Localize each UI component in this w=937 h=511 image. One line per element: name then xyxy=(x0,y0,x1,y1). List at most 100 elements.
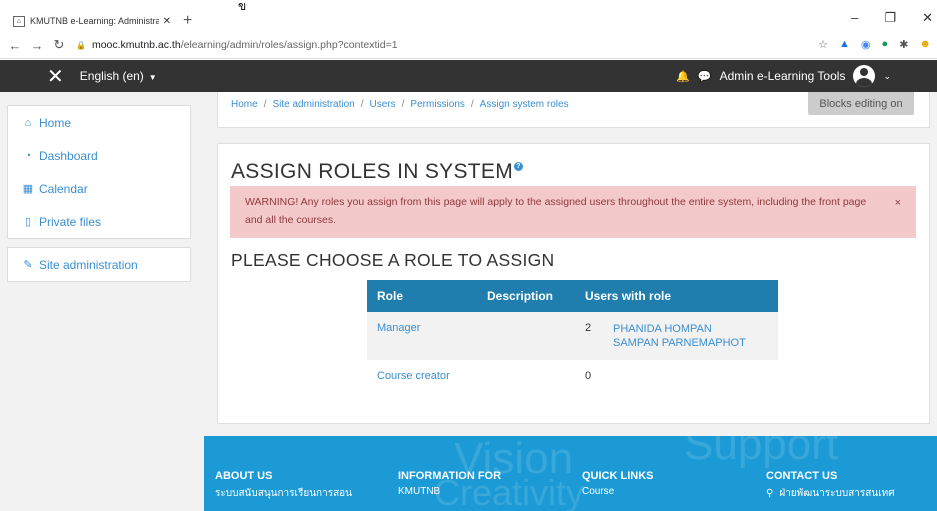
nav-item-dashboard[interactable]: ◔ Dashboard xyxy=(8,139,190,172)
footer-link[interactable]: ระบบสนับสนุนการเรียนการสอน xyxy=(215,486,352,501)
breadcrumb-home[interactable]: Home xyxy=(231,99,258,110)
page-heading: ASSIGN ROLES IN SYSTEM ? xyxy=(231,160,523,184)
warning-alert: WARNING! Any roles you assign from this … xyxy=(230,186,916,238)
reload-icon[interactable]: ↻ xyxy=(52,37,66,53)
site-favicon-icon: ⌂ xyxy=(13,15,25,27)
star-icon[interactable]: ☆ xyxy=(818,38,828,51)
footer-heading: INFORMATION FOR xyxy=(398,470,502,482)
lock-icon: 🔒 xyxy=(76,40,86,50)
dashboard-icon: ◔ xyxy=(24,149,32,162)
close-window-icon[interactable]: ✕ xyxy=(922,10,933,26)
warning-text: WARNING! Any roles you assign from this … xyxy=(245,196,867,226)
puzzle-icon[interactable]: ✱ xyxy=(899,38,908,51)
breadcrumb-card: Home / Site administration / Users / Permis… xyxy=(217,92,930,128)
nav-item-label: Calendar xyxy=(39,181,88,196)
column-header-role: Role xyxy=(377,289,404,303)
footer-column-about: ABOUT US ระบบสนับสนุนการเรียนการสอน xyxy=(215,470,352,501)
drive-icon[interactable]: ▲ xyxy=(839,38,850,51)
role-link-course-creator[interactable]: Course creator xyxy=(377,370,450,382)
section-heading: PLEASE CHOOSE A ROLE TO ASSIGN xyxy=(231,250,555,270)
tab-title: KMUTNB e-Learning: Administra xyxy=(30,16,159,26)
nav-drawer: ⌂ Home ◔ Dashboard ▦ Calendar ▯ Private … xyxy=(7,105,191,290)
tab-close-icon[interactable]: ✕ xyxy=(163,16,171,27)
page-title: ASSIGN ROLES IN SYSTEM xyxy=(231,160,513,183)
table-header-row: Role Description Users with role xyxy=(367,280,778,312)
nav-item-home[interactable]: ⌂ Home xyxy=(8,106,190,139)
page-body: ⌂ Home ◔ Dashboard ▦ Calendar ▯ Private … xyxy=(0,92,937,511)
footer-link-label: ระบบสนับสนุนการเรียนการสอน xyxy=(215,488,353,499)
extension-icons: ☆ ▲ ◉ ● ✱ ☻ xyxy=(818,38,931,51)
profile-icon[interactable]: ☻ xyxy=(919,38,931,51)
user-name[interactable]: Admin e-Learning Tools xyxy=(720,69,846,83)
footer-column-information: INFORMATION FOR KMUTNB xyxy=(398,470,501,497)
roles-table: Role Description Users with role Manager… xyxy=(367,280,778,392)
language-label: English (en) xyxy=(79,69,144,83)
help-icon[interactable]: ? xyxy=(514,162,523,171)
file-icon: ▯ xyxy=(24,216,32,228)
notification-bell-icon[interactable]: 🔔 xyxy=(676,70,690,83)
role-link-manager[interactable]: Manager xyxy=(377,322,420,334)
nav-item-label: Site administration xyxy=(39,257,138,272)
home-icon: ⌂ xyxy=(24,116,32,129)
user-link[interactable]: SAMPAN PARNEMAPHOT xyxy=(613,336,746,350)
url-host: mooc.kmutnb.ac.th xyxy=(91,39,181,51)
browser-tab-strip: ⌂ KMUTNB e-Learning: Administra ✕ + – ❐ … xyxy=(0,10,937,32)
extension-green-icon[interactable]: ● xyxy=(882,38,889,51)
restore-icon[interactable]: ❐ xyxy=(884,10,896,26)
footer-column-contact: CONTACT US ⚲ ฝ่ายพัฒนาระบบสารสนเทศ xyxy=(766,470,895,501)
footer-link[interactable]: ⚲ ฝ่ายพัฒนาระบบสารสนเทศ xyxy=(766,486,895,501)
role-description xyxy=(477,312,575,360)
new-tab-button[interactable]: + xyxy=(183,12,192,30)
user-count: 0 xyxy=(585,370,592,382)
caret-down-icon: ▼ xyxy=(148,73,157,82)
alert-close-icon[interactable]: × xyxy=(895,194,901,212)
breadcrumb-users[interactable]: Users xyxy=(370,99,396,110)
nav-drawer-admin: ✎ Site administration xyxy=(7,247,191,282)
footer-link[interactable]: Course xyxy=(582,486,654,497)
footer-heading: QUICK LINKS xyxy=(582,470,654,482)
browser-tab[interactable]: ⌂ KMUTNB e-Learning: Administra ✕ xyxy=(7,10,177,32)
footer-column-quick-links: QUICK LINKS Course xyxy=(582,470,654,497)
footer-link[interactable]: KMUTNB xyxy=(398,486,501,497)
drawer-toggle-icon[interactable]: ✕ xyxy=(47,64,64,89)
user-area: 🔔 💬 Admin e-Learning Tools ⌄ xyxy=(676,60,891,92)
breadcrumb-site-administration[interactable]: Site administration xyxy=(272,99,354,110)
nav-item-private-files[interactable]: ▯ Private files xyxy=(8,205,190,238)
forward-arrow-icon[interactable]: → xyxy=(30,38,44,53)
nav-item-calendar[interactable]: ▦ Calendar xyxy=(8,172,190,205)
map-marker-icon: ⚲ xyxy=(766,488,774,499)
calendar-icon: ▦ xyxy=(22,183,34,195)
main-content-card: ASSIGN ROLES IN SYSTEM ? WARNING! Any ro… xyxy=(217,143,930,424)
wrench-icon: ✎ xyxy=(23,259,33,271)
extension-blue-icon[interactable]: ◉ xyxy=(861,38,871,51)
user-link[interactable]: PHANIDA HOMPAN xyxy=(613,322,746,336)
table-row: Course creator 0 xyxy=(367,360,778,392)
nav-item-label: Dashboard xyxy=(39,148,98,163)
footer-link-label: ฝ่ายพัฒนาระบบสารสนเทศ xyxy=(779,488,895,499)
table-row: Manager 2 PHANIDA HOMPAN SAMPAN PARNEMAP… xyxy=(367,312,778,360)
url-field[interactable]: 🔒 mooc.kmutnb.ac.th/elearning/admin/role… xyxy=(76,39,398,51)
blocks-editing-button[interactable]: Blocks editing on xyxy=(808,92,914,115)
nav-item-label: Home xyxy=(39,115,72,130)
avatar[interactable] xyxy=(853,65,876,87)
window-controls: – ❐ ✕ xyxy=(851,10,937,26)
footer-heading: ABOUT US xyxy=(215,470,273,482)
column-header-users: Users with role xyxy=(585,289,672,303)
footer-link-label: Course xyxy=(582,486,615,497)
url-path: /elearning/admin/roles/assign.php?contex… xyxy=(180,39,398,51)
breadcrumb-assign-system-roles[interactable]: Assign system roles xyxy=(480,99,569,110)
column-header-description: Description xyxy=(487,289,554,303)
nav-item-site-administration[interactable]: ✎ Site administration xyxy=(8,248,190,281)
footer-link-label: KMUTNB xyxy=(398,486,441,497)
back-arrow-icon[interactable]: ← xyxy=(8,38,22,53)
minimize-icon[interactable]: – xyxy=(851,10,858,26)
language-menu[interactable]: English (en) ▼ xyxy=(80,69,157,83)
nav-drawer-main: ⌂ Home ◔ Dashboard ▦ Calendar ▯ Private … xyxy=(7,105,191,239)
top-navbar: ✕ English (en) ▼ 🔔 💬 Admin e-Learning Too… xyxy=(0,60,937,92)
message-icon[interactable]: 💬 xyxy=(698,70,712,83)
user-menu-caret-icon[interactable]: ⌄ xyxy=(883,71,891,82)
breadcrumb-permissions[interactable]: Permissions xyxy=(410,99,464,110)
role-description xyxy=(477,360,575,392)
footer-watermark-text: Support xyxy=(684,436,839,469)
footer-heading: CONTACT US xyxy=(766,470,838,482)
